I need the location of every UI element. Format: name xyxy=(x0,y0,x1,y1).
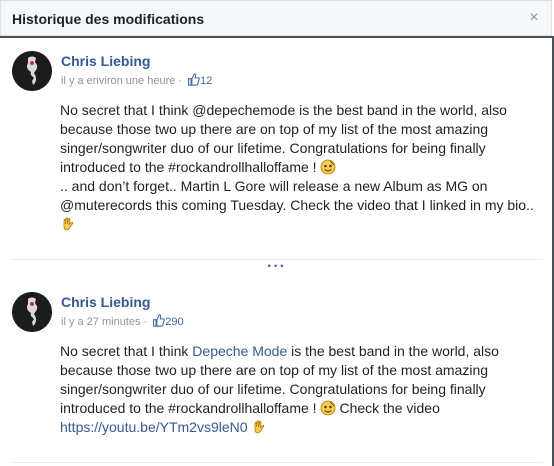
author-name[interactable]: Chris Liebing xyxy=(61,53,150,69)
text-segment: introduced to the #rockandrollhalloffame… xyxy=(60,400,317,416)
like-count-value: 290 xyxy=(165,316,184,328)
star-struck-emoji-icon xyxy=(320,159,335,175)
avatar[interactable] xyxy=(12,292,52,332)
timestamp[interactable]: il y a environ une heure xyxy=(61,75,175,87)
text-line: https://youtu.be/YTm2vs9leN0 xyxy=(60,418,540,437)
text-line: introduced to the #rockandrollhalloffame… xyxy=(60,399,540,418)
text-line: .. and don’t forget.. Martin L Gore will… xyxy=(60,178,488,194)
text-line: because those two up there are on top of… xyxy=(60,121,489,137)
post-meta: il y a 27 minutes · 290 xyxy=(61,314,184,328)
thumbs-up-icon xyxy=(153,314,166,327)
text-line xyxy=(60,215,540,234)
text-line: No secret that I think Depeche Mode is t… xyxy=(60,342,540,361)
text-line: introduced to the #rockandrollhalloffame… xyxy=(60,158,540,177)
text-line: because those two up there are on top of… xyxy=(60,362,489,378)
avatar[interactable] xyxy=(12,51,52,91)
timestamp[interactable]: il y a 27 minutes xyxy=(61,316,140,328)
close-icon[interactable]: × xyxy=(526,10,542,26)
text-segment: is the best band in the world, also xyxy=(287,343,499,359)
more-options-icon[interactable]: ··· xyxy=(267,259,286,275)
hand-emoji-icon xyxy=(254,420,264,434)
post-text: No secret that I think @depechemode is t… xyxy=(60,101,540,234)
like-count-value: 12 xyxy=(200,75,213,87)
author-name[interactable]: Chris Liebing xyxy=(61,294,150,310)
header-divider xyxy=(0,36,552,38)
meta-separator: · xyxy=(178,75,183,87)
star-struck-emoji-icon xyxy=(320,400,335,416)
text-segment: No secret that I think xyxy=(60,343,193,359)
text-segment: Check the video xyxy=(335,400,440,416)
dialog-header: Historique des modifications × xyxy=(0,0,552,36)
text-line: No secret that I think @depechemode is t… xyxy=(60,102,507,118)
post-meta: il y a environ une heure · 12 xyxy=(61,73,212,87)
like-count[interactable]: 12 xyxy=(187,73,213,87)
edit-history-entry: Chris Liebing il y a 27 minutes · 290 No… xyxy=(12,292,542,462)
meta-separator: · xyxy=(143,316,148,328)
text-line: singer/songwriter duo of our lifetime. C… xyxy=(60,381,486,397)
entry-separator xyxy=(12,462,543,463)
text-line: singer/songwriter duo of our lifetime. C… xyxy=(60,140,486,156)
text-segment: introduced to the #rockandrollhalloffame… xyxy=(60,159,317,175)
edit-history-entry: Chris Liebing il y a environ une heure ·… xyxy=(12,51,542,251)
dialog-title: Historique des modifications xyxy=(12,11,205,27)
thumbs-up-icon xyxy=(188,73,201,86)
post-text: No secret that I think Depeche Mode is t… xyxy=(60,342,540,437)
text-line: @muterecords this coming Tuesday. Check … xyxy=(60,197,534,213)
hand-emoji-icon xyxy=(63,217,74,231)
like-count[interactable]: 290 xyxy=(152,314,184,328)
video-link[interactable]: https://youtu.be/YTm2vs9leN0 xyxy=(60,419,248,435)
mention-link[interactable]: Depeche Mode xyxy=(192,343,287,359)
